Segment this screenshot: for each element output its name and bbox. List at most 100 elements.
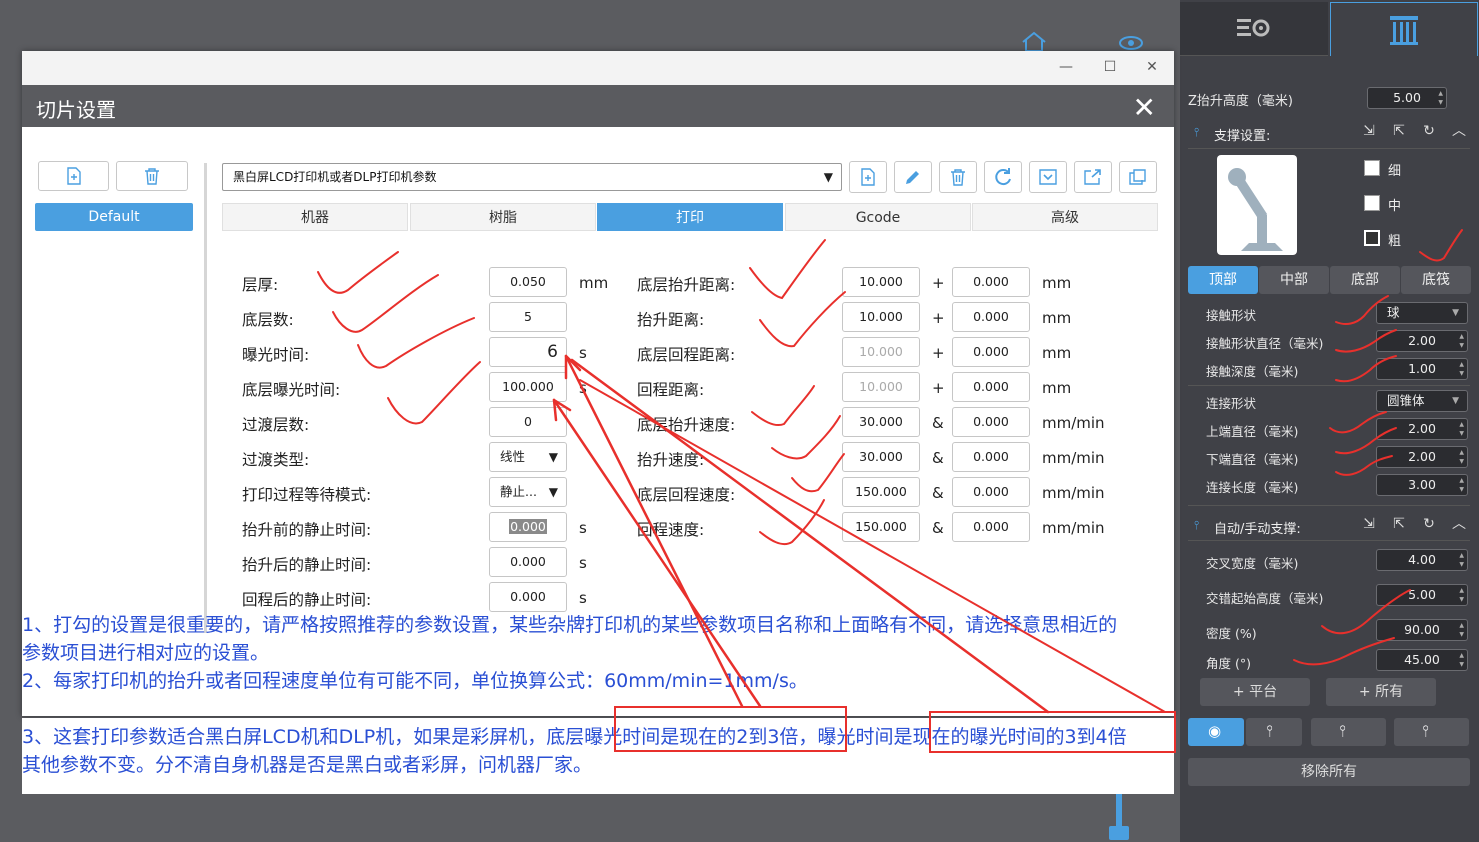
rest-after-retract-input[interactable]: 0.000 xyxy=(489,582,567,612)
profile-default[interactable]: Default xyxy=(35,203,193,231)
tab-support[interactable] xyxy=(1330,2,1478,56)
refresh-icon[interactable]: ↻ xyxy=(1421,123,1437,139)
bottom-lift-speed-input[interactable]: 30.000 xyxy=(842,407,920,437)
bottom-layers-input[interactable]: 5 xyxy=(489,302,567,332)
note-line-2: 参数项目进行相对应的设置。 xyxy=(22,642,270,664)
segment-top[interactable]: 顶部 xyxy=(1188,266,1258,294)
export-icon[interactable]: ⇱ xyxy=(1391,516,1407,532)
lift-distance-input[interactable]: 10.000 xyxy=(842,302,920,332)
add-platform-button[interactable]: + 平台 xyxy=(1200,678,1310,706)
support-tool-1-button[interactable]: ⫯ xyxy=(1246,718,1302,746)
contact-diameter-input[interactable]: 2.00 xyxy=(1376,330,1468,352)
connect-shape-select[interactable]: 圆锥体 xyxy=(1376,390,1468,412)
eye-view-icon[interactable] xyxy=(1118,34,1144,52)
cross-width-label: 交叉宽度（毫米) xyxy=(1206,556,1299,571)
tab-advanced[interactable]: 高级 xyxy=(972,203,1158,231)
lift-distance-2-input[interactable]: 0.000 xyxy=(952,302,1030,332)
close-icon[interactable]: ✕ xyxy=(1133,91,1156,124)
transition-type-select[interactable]: 线性 xyxy=(489,442,567,472)
bottom-retract-speed-2-input[interactable]: 0.000 xyxy=(952,477,1030,507)
bottom-diameter-input[interactable]: 2.00 xyxy=(1376,446,1468,468)
support-pillars-icon xyxy=(1390,15,1418,45)
sep-label: + xyxy=(932,379,945,397)
tab-machine[interactable]: 机器 xyxy=(222,203,408,231)
rest-after-lift-input[interactable]: 0.000 xyxy=(489,547,567,577)
rest-before-lift-input[interactable]: 0.000 xyxy=(489,512,567,542)
home-icon[interactable] xyxy=(1020,30,1048,52)
connect-length-input[interactable]: 3.00 xyxy=(1376,474,1468,496)
printer-profile-select[interactable]: 黑白屏LCD打印机或者DLP打印机参数 xyxy=(222,163,842,191)
tab-resin[interactable]: 树脂 xyxy=(410,203,596,231)
reset-params-button[interactable] xyxy=(984,161,1022,193)
bottom-retract-speed-input[interactable]: 150.000 xyxy=(842,477,920,507)
sep-label: & xyxy=(932,414,944,432)
collapse-icon[interactable]: ︿ xyxy=(1451,123,1467,139)
collapse-icon[interactable]: ︿ xyxy=(1451,516,1467,532)
size-thin-checkbox[interactable] xyxy=(1364,160,1380,176)
z-slider-handle[interactable] xyxy=(1109,826,1129,840)
retract-speed-2-input[interactable]: 0.000 xyxy=(952,512,1030,542)
exposure-time-input[interactable]: 6 xyxy=(489,337,567,367)
refresh-icon[interactable]: ↻ xyxy=(1421,516,1437,532)
delete-params-button[interactable] xyxy=(939,161,977,193)
bottom-exposure-input[interactable]: 100.000 xyxy=(489,372,567,402)
import-icon[interactable]: ⇲ xyxy=(1361,516,1377,532)
retract-speed-input[interactable]: 150.000 xyxy=(842,512,920,542)
tab-settings[interactable] xyxy=(1180,2,1328,56)
segment-raft[interactable]: 底筏 xyxy=(1401,266,1471,294)
unit-label: mm xyxy=(1042,379,1072,397)
density-input[interactable]: 90.00 xyxy=(1376,619,1468,641)
wait-mode-select[interactable]: 静止... xyxy=(489,477,567,507)
new-params-button[interactable] xyxy=(849,161,887,193)
layer-thickness-input[interactable]: 0.050 xyxy=(489,267,567,297)
maximize-icon[interactable]: ☐ xyxy=(1100,59,1120,75)
size-medium-checkbox[interactable] xyxy=(1364,195,1380,211)
import-params-button[interactable] xyxy=(1029,161,1067,193)
z-slider-track[interactable] xyxy=(1116,794,1122,830)
lift-speed-2-input[interactable]: 0.000 xyxy=(952,442,1030,472)
import-icon[interactable]: ⇲ xyxy=(1361,123,1377,139)
new-file-icon xyxy=(66,167,81,185)
edit-params-button[interactable] xyxy=(894,161,932,193)
z-lift-input[interactable]: 5.00 xyxy=(1367,87,1447,109)
delete-profile-button[interactable] xyxy=(116,161,188,191)
settings-list-icon xyxy=(1237,18,1270,36)
segment-bottom[interactable]: 底部 xyxy=(1330,266,1400,294)
segment-middle[interactable]: 中部 xyxy=(1259,266,1329,294)
add-all-button[interactable]: + 所有 xyxy=(1326,678,1436,706)
unit-label: mm xyxy=(1042,344,1072,362)
size-thick-checkbox[interactable] xyxy=(1364,230,1380,246)
support-tool-2-button[interactable]: ⫯ xyxy=(1311,718,1386,746)
angle-input[interactable]: 45.00 xyxy=(1376,649,1468,671)
tab-print[interactable]: 打印 xyxy=(597,203,783,231)
retract-distance-2-input[interactable]: 0.000 xyxy=(952,372,1030,402)
bottom-retract-distance-2-input[interactable]: 0.000 xyxy=(952,337,1030,367)
remove-all-button[interactable]: 移除所有 xyxy=(1188,758,1470,786)
bottom-retract-distance-input[interactable]: 10.000 xyxy=(842,337,920,367)
new-profile-button[interactable] xyxy=(38,161,109,191)
support-tool-3-button[interactable]: ⫯ xyxy=(1394,718,1469,746)
transition-layers-input[interactable]: 0 xyxy=(489,407,567,437)
retract-distance-input[interactable]: 10.000 xyxy=(842,372,920,402)
z-lift-row: Z抬升高度（毫米) 5.00 xyxy=(1180,84,1479,112)
param-label: 底层抬升距离: xyxy=(637,276,736,294)
export-icon[interactable]: ⇱ xyxy=(1391,123,1407,139)
cross-width-input[interactable]: 4.00 xyxy=(1376,549,1468,571)
tab-gcode[interactable]: Gcode xyxy=(785,203,971,231)
unit-label: mm xyxy=(1042,309,1072,327)
bottom-lift-distance-2-input[interactable]: 0.000 xyxy=(952,267,1030,297)
minimize-icon[interactable]: — xyxy=(1056,59,1076,75)
contact-depth-input[interactable]: 1.00 xyxy=(1376,358,1468,380)
export-params-button[interactable] xyxy=(1074,161,1112,193)
lift-speed-input[interactable]: 30.000 xyxy=(842,442,920,472)
top-diameter-input[interactable]: 2.00 xyxy=(1376,418,1468,440)
share-params-button[interactable] xyxy=(1119,161,1157,193)
contact-shape-select[interactable]: 球 xyxy=(1376,302,1468,324)
note-line-4-a: 3、这套打印参数适合黑白屏LCD机和DLP机，如果是彩屏机，底层 xyxy=(22,726,585,748)
cross-start-input[interactable]: 5.00 xyxy=(1376,584,1468,606)
view-toggle-button[interactable]: ◉ xyxy=(1188,718,1244,746)
bottom-lift-distance-input[interactable]: 10.000 xyxy=(842,267,920,297)
window-close-icon[interactable]: ✕ xyxy=(1142,59,1162,75)
bottom-lift-speed-2-input[interactable]: 0.000 xyxy=(952,407,1030,437)
unit-label: s xyxy=(579,344,587,362)
